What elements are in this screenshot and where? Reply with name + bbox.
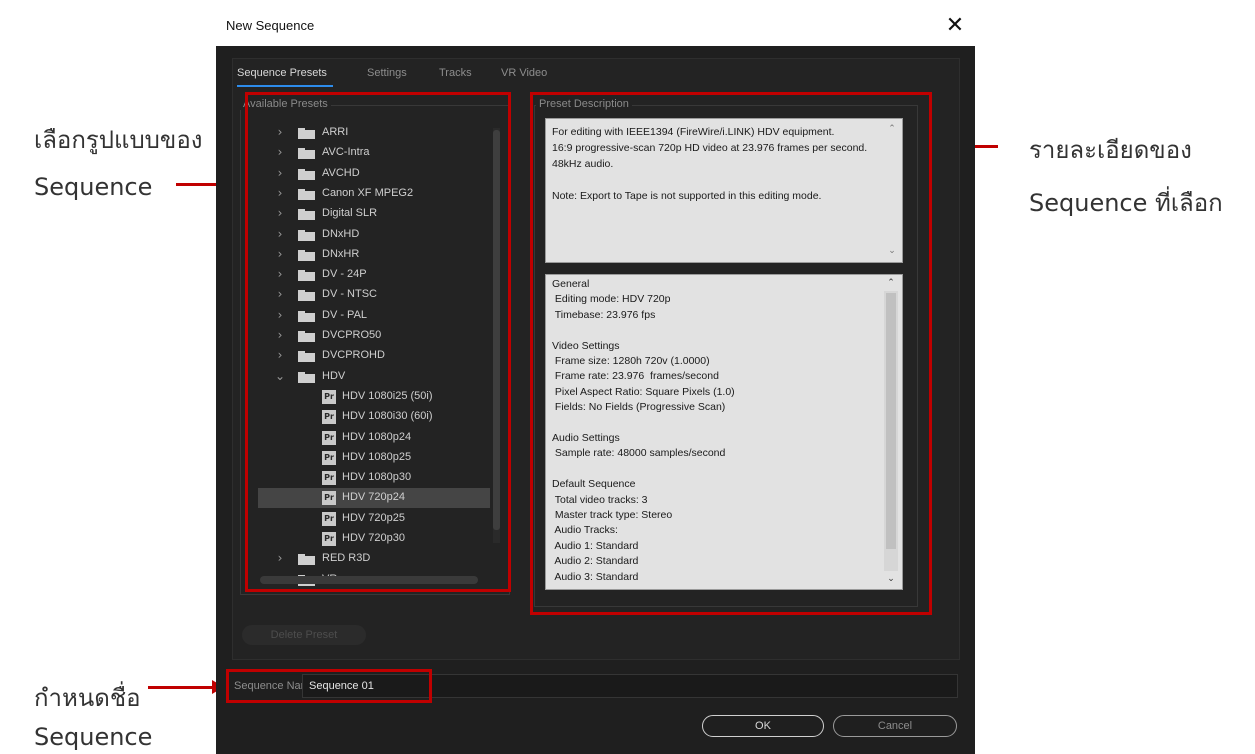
annotation-name-line2: Sequence — [34, 723, 153, 751]
delete-preset-button[interactable]: Delete Preset — [242, 625, 366, 645]
ok-button[interactable]: OK — [702, 715, 824, 737]
close-icon[interactable]: ✕ — [941, 12, 969, 40]
annotation-choose-preset-line1: เลือกรูปแบบของ — [34, 126, 203, 154]
tab-sequence-presets[interactable]: Sequence Presets — [237, 67, 327, 79]
highlight-available-presets — [245, 92, 511, 592]
dialog-title: New Sequence — [226, 18, 315, 33]
annotation-name-line1: กำหนดชื่อ — [34, 684, 141, 712]
annotation-description-line1: รายละเอียดของ — [1029, 136, 1192, 164]
annotation-description-line2: Sequence ที่เลือก — [1029, 189, 1223, 217]
tab-settings[interactable]: Settings — [367, 67, 407, 79]
tab-vr-video[interactable]: VR Video — [501, 67, 547, 79]
annotation-choose-preset-line2: Sequence — [34, 173, 153, 201]
title-bar: New Sequence ✕ — [216, 8, 975, 46]
highlight-sequence-name — [226, 669, 432, 703]
tab-tracks[interactable]: Tracks — [439, 67, 472, 79]
active-tab-indicator — [237, 85, 333, 87]
annotation-arrow-name — [148, 686, 214, 689]
cancel-button[interactable]: Cancel — [833, 715, 957, 737]
highlight-preset-description — [530, 92, 932, 615]
